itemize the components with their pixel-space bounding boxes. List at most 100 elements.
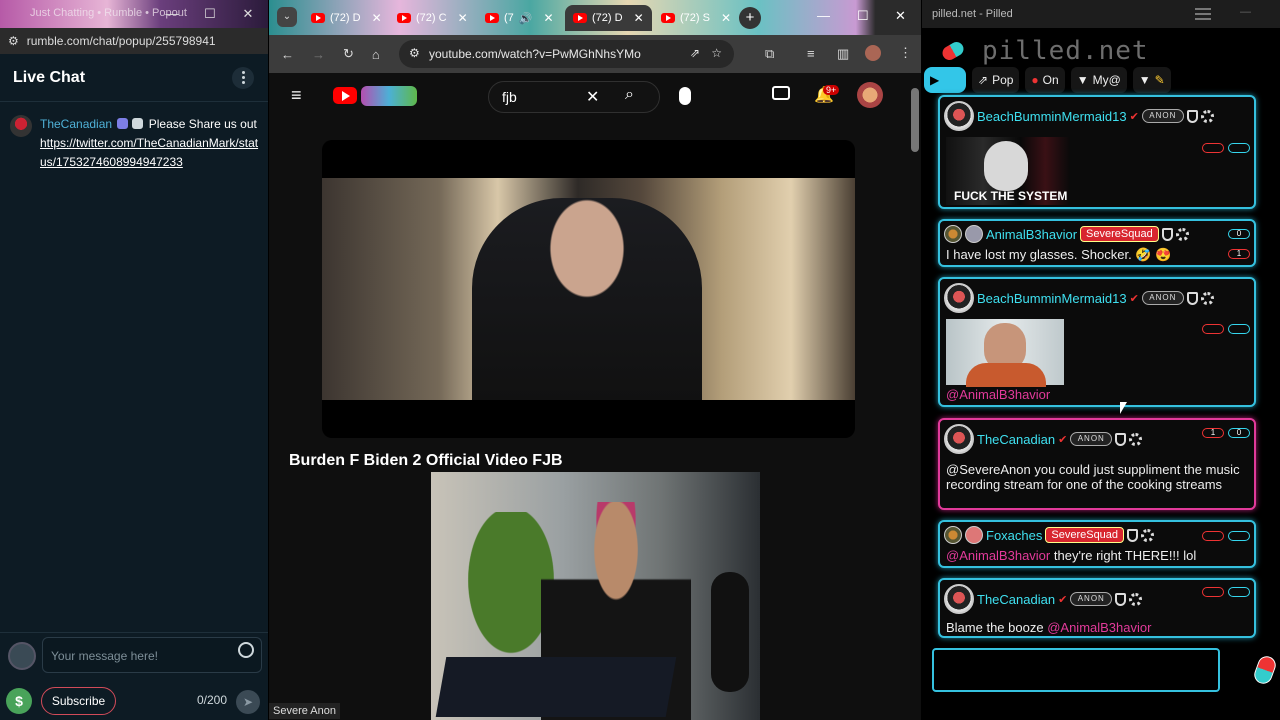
chat-username[interactable]: TheCanadian xyxy=(977,432,1055,447)
downvote-pill[interactable] xyxy=(1202,587,1224,597)
pilled-window-title: pilled.net - Pilled xyxy=(932,8,1013,20)
pilled-message-input[interactable] xyxy=(932,648,1220,692)
downvote-pill[interactable] xyxy=(1202,531,1224,541)
upvote-pill[interactable]: 0 xyxy=(1228,428,1250,438)
address-bar[interactable]: ⚙ youtube.com/watch?v=PwMGhNhsYMo ⇗ ☆ xyxy=(399,40,734,68)
chat-username[interactable]: Foxaches xyxy=(986,528,1042,543)
close-tab-icon[interactable]: ✕ xyxy=(721,11,731,25)
shield-icon[interactable] xyxy=(1161,227,1173,241)
close-button[interactable]: ✕ xyxy=(895,8,906,24)
close-tab-icon[interactable]: ✕ xyxy=(372,11,382,25)
downvote-pill[interactable] xyxy=(1202,324,1224,334)
meme-image[interactable]: FUCK THE SYSTEM xyxy=(946,137,1070,205)
chat-link-line-2[interactable]: us/1753274608994947233 xyxy=(40,155,183,169)
shield-icon[interactable] xyxy=(1115,432,1127,446)
minimize-button[interactable]: — xyxy=(817,8,830,23)
maximize-button[interactable]: ☐ xyxy=(198,4,222,24)
account-avatar[interactable] xyxy=(857,82,883,108)
close-tab-icon[interactable]: ✕ xyxy=(634,11,644,25)
chat-mention[interactable]: @AnimalB3havior xyxy=(946,387,1050,402)
video-player[interactable] xyxy=(322,140,855,438)
close-button[interactable]: ✕ xyxy=(236,4,260,24)
shield-icon[interactable] xyxy=(1127,528,1139,542)
profile-avatar[interactable] xyxy=(865,45,881,61)
gear-icon[interactable] xyxy=(1175,227,1189,241)
youtube-favicon-icon xyxy=(485,13,499,23)
chat-username[interactable]: TheCanadian xyxy=(977,592,1055,607)
close-tab-icon[interactable]: ✕ xyxy=(458,11,468,25)
rant-button[interactable]: $ xyxy=(6,688,32,714)
media-controls-icon[interactable]: ≡ xyxy=(807,46,815,61)
chat-username[interactable]: AnimalB3havior xyxy=(986,227,1077,242)
reaction-image[interactable] xyxy=(946,319,1064,387)
minimize-button[interactable]: — xyxy=(1240,6,1251,18)
chat-username[interactable]: BeachBumminMermaid13 xyxy=(977,109,1127,124)
send-icon[interactable]: ➤ xyxy=(236,690,260,714)
hamburger-menu-icon[interactable] xyxy=(1195,8,1211,20)
back-icon[interactable]: ← xyxy=(281,47,294,62)
side-panel-icon[interactable]: ▥ xyxy=(837,46,849,62)
subscribe-button[interactable]: Subscribe xyxy=(41,687,116,715)
chat-link-line-1[interactable]: https://twitter.com/TheCanadianMark/stat xyxy=(40,136,258,150)
chat-input[interactable]: Your message here! xyxy=(42,637,262,673)
video-title[interactable]: Burden F Biden 2 Official Video FJB xyxy=(289,452,563,470)
rumble-address-bar[interactable]: ⚙ rumble.com/chat/popup/255798941 xyxy=(0,28,268,54)
upvote-pill[interactable] xyxy=(1228,587,1250,597)
downvote-pill[interactable] xyxy=(1202,143,1224,153)
gear-icon[interactable] xyxy=(1200,109,1214,123)
gear-icon[interactable] xyxy=(1129,432,1143,446)
new-tab-button[interactable]: + xyxy=(739,7,761,29)
page-scrollbar[interactable] xyxy=(909,80,921,470)
send-pill-icon[interactable] xyxy=(1251,653,1279,687)
doodle-logo[interactable] xyxy=(361,86,417,106)
site-info-icon[interactable]: ⚙ xyxy=(409,46,420,60)
create-icon[interactable] xyxy=(772,86,790,100)
bookmark-star-icon[interactable]: ☆ xyxy=(711,46,722,60)
upvote-pill[interactable]: 0 xyxy=(1228,229,1250,239)
shield-icon[interactable] xyxy=(1186,291,1198,305)
shield-icon[interactable] xyxy=(1115,592,1127,606)
reload-icon[interactable]: ↻ xyxy=(343,46,354,62)
upvote-pill[interactable] xyxy=(1228,531,1250,541)
clear-search-icon[interactable]: ✕ xyxy=(586,87,599,107)
youtube-logo-icon[interactable] xyxy=(333,87,357,104)
minimize-button[interactable]: — xyxy=(160,4,184,24)
more-options-icon[interactable] xyxy=(232,66,254,89)
extensions-icon[interactable]: ⧉ xyxy=(765,46,774,62)
tab-4-active[interactable]: (72) D ✕ xyxy=(565,5,652,31)
close-tab-icon[interactable]: ✕ xyxy=(543,11,553,25)
on-toggle-button[interactable]: ● On xyxy=(1025,67,1065,93)
home-icon[interactable]: ⌂ xyxy=(372,47,380,62)
menu-icon[interactable]: ≡ xyxy=(291,85,302,106)
browser-menu-icon[interactable]: ⋮ xyxy=(899,45,912,61)
mentions-filter-button[interactable]: ▼ My@ xyxy=(1070,67,1127,93)
downvote-pill[interactable]: 1 xyxy=(1228,249,1250,259)
site-settings-icon[interactable]: ⚙ xyxy=(8,34,19,48)
downvote-pill[interactable]: 1 xyxy=(1202,428,1224,438)
tab-search-icon[interactable]: ⌄ xyxy=(277,7,297,27)
gear-icon[interactable] xyxy=(1129,592,1143,606)
emoji-icon[interactable] xyxy=(238,642,254,658)
pilled-home-button[interactable]: ▶ xyxy=(924,67,966,93)
chat-mention[interactable]: @AnimalB3havior xyxy=(946,548,1050,563)
shield-icon[interactable] xyxy=(1186,109,1198,123)
upvote-pill[interactable] xyxy=(1228,143,1250,153)
search-icon[interactable]: ⌕ xyxy=(625,86,634,104)
gear-icon[interactable] xyxy=(1200,291,1214,305)
chat-username[interactable]: TheCanadian xyxy=(40,117,112,131)
search-input[interactable]: fjb ✕ ⌕ xyxy=(488,81,660,113)
forward-icon[interactable]: → xyxy=(312,47,325,62)
pop-button[interactable]: ⇗ Pop xyxy=(972,67,1020,93)
tab-2[interactable]: (72) C ✕ xyxy=(389,5,476,31)
chat-username[interactable]: BeachBumminMermaid13 xyxy=(977,291,1127,306)
chat-mention[interactable]: @AnimalB3havior xyxy=(1047,620,1151,635)
voice-search-icon[interactable] xyxy=(679,87,691,105)
maximize-button[interactable]: ☐ xyxy=(857,8,869,24)
open-in-app-icon[interactable]: ⇗ xyxy=(690,46,700,60)
filter-edit-button[interactable]: ▼ ✎ xyxy=(1132,67,1171,93)
tab-1[interactable]: (72) D ✕ xyxy=(303,5,390,31)
upvote-pill[interactable] xyxy=(1228,324,1250,334)
gear-icon[interactable] xyxy=(1141,528,1155,542)
tab-5[interactable]: (72) S ✕ xyxy=(653,5,739,31)
tab-3[interactable]: (7 🔊 ✕ xyxy=(477,5,562,31)
